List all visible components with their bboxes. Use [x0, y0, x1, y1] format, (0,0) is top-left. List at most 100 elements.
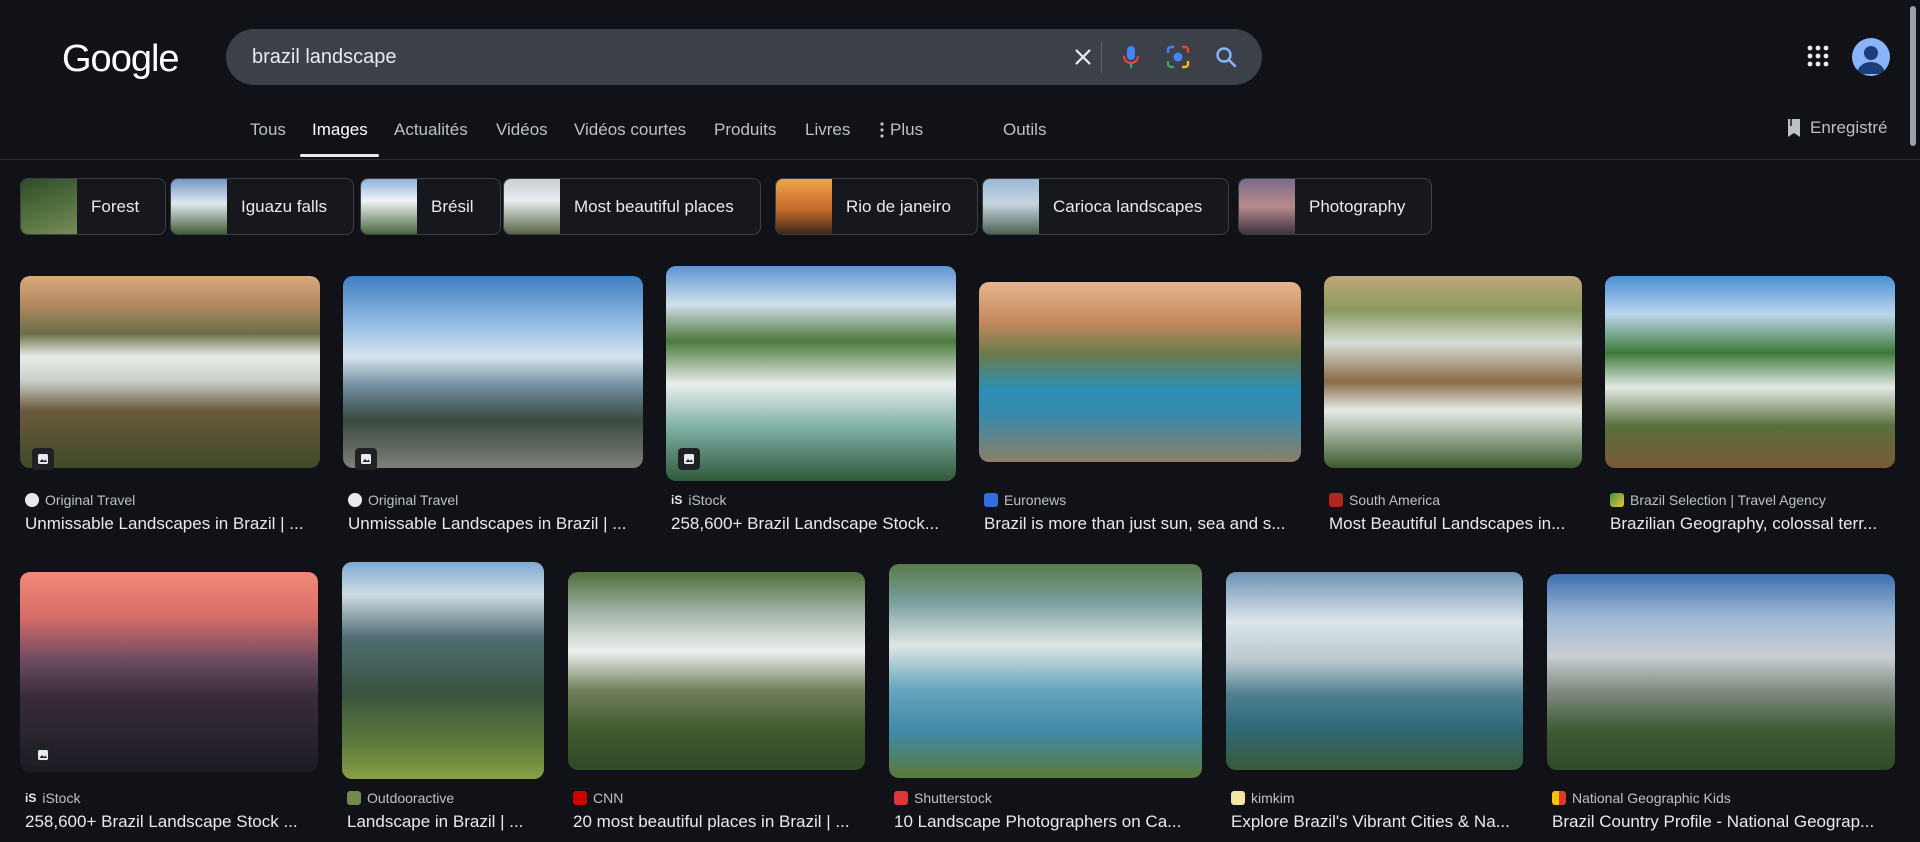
image-result[interactable]: South America Most Beautiful Landscapes … — [1324, 266, 1582, 536]
result-image[interactable] — [20, 276, 320, 468]
result-source: Brazil Selection | Travel Agency — [1610, 492, 1826, 508]
result-title[interactable]: Unmissable Landscapes in Brazil | ... — [348, 514, 643, 534]
result-image[interactable] — [889, 564, 1202, 778]
image-result[interactable]: Shutterstock 10 Landscape Photographers … — [889, 562, 1202, 832]
result-source-name: Brazil Selection | Travel Agency — [1630, 492, 1826, 508]
result-source-name: Original Travel — [368, 492, 459, 508]
source-favicon — [347, 791, 361, 805]
apps-grid-icon[interactable] — [1806, 44, 1830, 68]
chip-thumbnail — [983, 179, 1039, 234]
chip-most-beautiful-places[interactable]: Most beautiful places — [503, 178, 761, 235]
chip-label: Carioca landscapes — [1053, 196, 1203, 216]
tab-all[interactable]: Tous — [250, 120, 286, 140]
saved-label: Enregistré — [1810, 118, 1888, 137]
tab-tools[interactable]: Outils — [1003, 120, 1046, 140]
image-result[interactable]: kimkim Explore Brazil's Vibrant Cities &… — [1226, 562, 1523, 832]
result-source: South America — [1329, 492, 1440, 508]
result-title[interactable]: Brazil is more than just sun, sea and s.… — [984, 514, 1299, 534]
saved-button[interactable]: Enregistré — [1786, 118, 1887, 138]
result-image[interactable] — [1226, 572, 1523, 770]
result-source-name: CNN — [593, 790, 624, 806]
header: Google Tous Images Actualités Vidéos Vid… — [0, 0, 1920, 160]
result-image[interactable] — [20, 572, 318, 772]
image-result[interactable]: Original Travel Unmissable Landscapes in… — [20, 266, 320, 536]
source-favicon — [348, 493, 362, 507]
chip-thumbnail — [171, 179, 227, 234]
bookmark-icon — [1788, 119, 1800, 137]
image-result[interactable]: Outdooractive Landscape in Brazil | ... — [342, 562, 544, 832]
source-favicon — [1610, 493, 1624, 507]
chip-label: Most beautiful places — [574, 196, 734, 216]
chip-photography[interactable]: Photography — [1238, 178, 1433, 235]
result-title[interactable]: 10 Landscape Photographers on Ca... — [894, 812, 1204, 832]
result-title[interactable]: 258,600+ Brazil Landscape Stock ... — [25, 812, 320, 832]
tab-books[interactable]: Livres — [805, 120, 850, 140]
image-badge-icon — [32, 448, 54, 470]
result-title[interactable]: Brazil Country Profile - National Geogra… — [1552, 812, 1897, 832]
result-title[interactable]: Most Beautiful Landscapes in... — [1329, 514, 1579, 534]
tab-videos[interactable]: Vidéos — [496, 120, 548, 140]
chip-label: Photography — [1309, 196, 1406, 216]
image-result[interactable]: iS iStock 258,600+ Brazil Landscape Stock… — [20, 562, 318, 832]
result-source-name: South America — [1349, 492, 1441, 508]
result-source: National Geographic Kids — [1552, 790, 1731, 806]
image-badge-icon — [678, 448, 700, 470]
image-result[interactable]: CNN 20 most beautiful places in Brazil |… — [568, 562, 865, 832]
tab-short-videos[interactable]: Vidéos courtes — [574, 120, 686, 140]
result-title[interactable]: Explore Brazil's Vibrant Cities & Na... — [1231, 812, 1523, 832]
result-image[interactable] — [1324, 276, 1582, 468]
result-title[interactable]: 258,600+ Brazil Landscape Stock... — [671, 514, 956, 534]
result-title[interactable]: Landscape in Brazil | ... — [347, 812, 547, 832]
image-badge-icon — [32, 744, 54, 766]
result-title[interactable]: 20 most beautiful places in Brazil | ... — [573, 812, 868, 832]
source-favicon — [1329, 493, 1343, 507]
image-result[interactable]: Euronews Brazil is more than just sun, s… — [979, 266, 1301, 536]
tab-images[interactable]: Images — [312, 120, 368, 140]
chip-iguazu-falls[interactable]: Iguazu falls — [170, 178, 354, 235]
search-icon[interactable] — [1211, 42, 1241, 72]
result-image[interactable] — [568, 572, 865, 770]
google-logo[interactable]: Google — [62, 38, 180, 81]
result-source-name: iStock — [42, 790, 81, 806]
account-avatar[interactable] — [1852, 38, 1890, 76]
result-image[interactable] — [666, 266, 956, 481]
page-scrollbar[interactable] — [1910, 6, 1916, 146]
result-source-name: Outdooractive — [367, 790, 455, 806]
chip-forest[interactable]: Forest — [20, 178, 167, 235]
chip-bresil[interactable]: Brésil — [360, 178, 501, 235]
microphone-icon[interactable] — [1116, 42, 1146, 72]
image-result[interactable]: Brazil Selection | Travel Agency Brazili… — [1605, 266, 1895, 536]
tab-news[interactable]: Actualités — [394, 120, 468, 140]
result-image[interactable] — [1605, 276, 1895, 468]
chip-thumbnail — [776, 179, 832, 234]
image-result[interactable]: iS iStock 258,600+ Brazil Landscape Stock… — [666, 266, 956, 536]
tab-products[interactable]: Produits — [714, 120, 776, 140]
lens-icon[interactable] — [1163, 42, 1193, 72]
tab-more-label: Plus — [890, 120, 924, 139]
image-badge-icon — [355, 448, 377, 470]
result-image[interactable] — [342, 562, 544, 779]
image-result[interactable]: Original Travel Unmissable Landscapes in… — [343, 266, 643, 536]
clear-icon[interactable] — [1068, 42, 1098, 72]
result-source: Outdooractive — [347, 790, 454, 806]
result-title[interactable]: Brazilian Geography, colossal terr... — [1610, 514, 1898, 534]
chip-label: Rio de janeiro — [846, 196, 951, 216]
result-source: Shutterstock — [894, 790, 992, 806]
chip-carioca-landscapes[interactable]: Carioca landscapes — [982, 178, 1230, 235]
chip-thumbnail — [21, 179, 77, 234]
result-source-name: Shutterstock — [914, 790, 992, 806]
result-source: kimkim — [1231, 790, 1295, 806]
source-favicon — [894, 791, 908, 805]
result-title[interactable]: Unmissable Landscapes in Brazil | ... — [25, 514, 320, 534]
result-image[interactable] — [979, 282, 1301, 462]
result-image[interactable] — [1547, 574, 1895, 770]
search-input[interactable] — [250, 29, 1050, 85]
tab-more[interactable]: Plus — [880, 120, 923, 140]
chip-thumbnail — [361, 179, 417, 234]
source-favicon — [1552, 791, 1566, 805]
result-image[interactable] — [343, 276, 643, 468]
image-result[interactable]: National Geographic Kids Brazil Country … — [1547, 562, 1895, 832]
istock-favicon: iS — [671, 493, 683, 507]
more-vert-icon — [880, 122, 884, 138]
chip-rio-de-janeiro[interactable]: Rio de janeiro — [775, 178, 978, 235]
